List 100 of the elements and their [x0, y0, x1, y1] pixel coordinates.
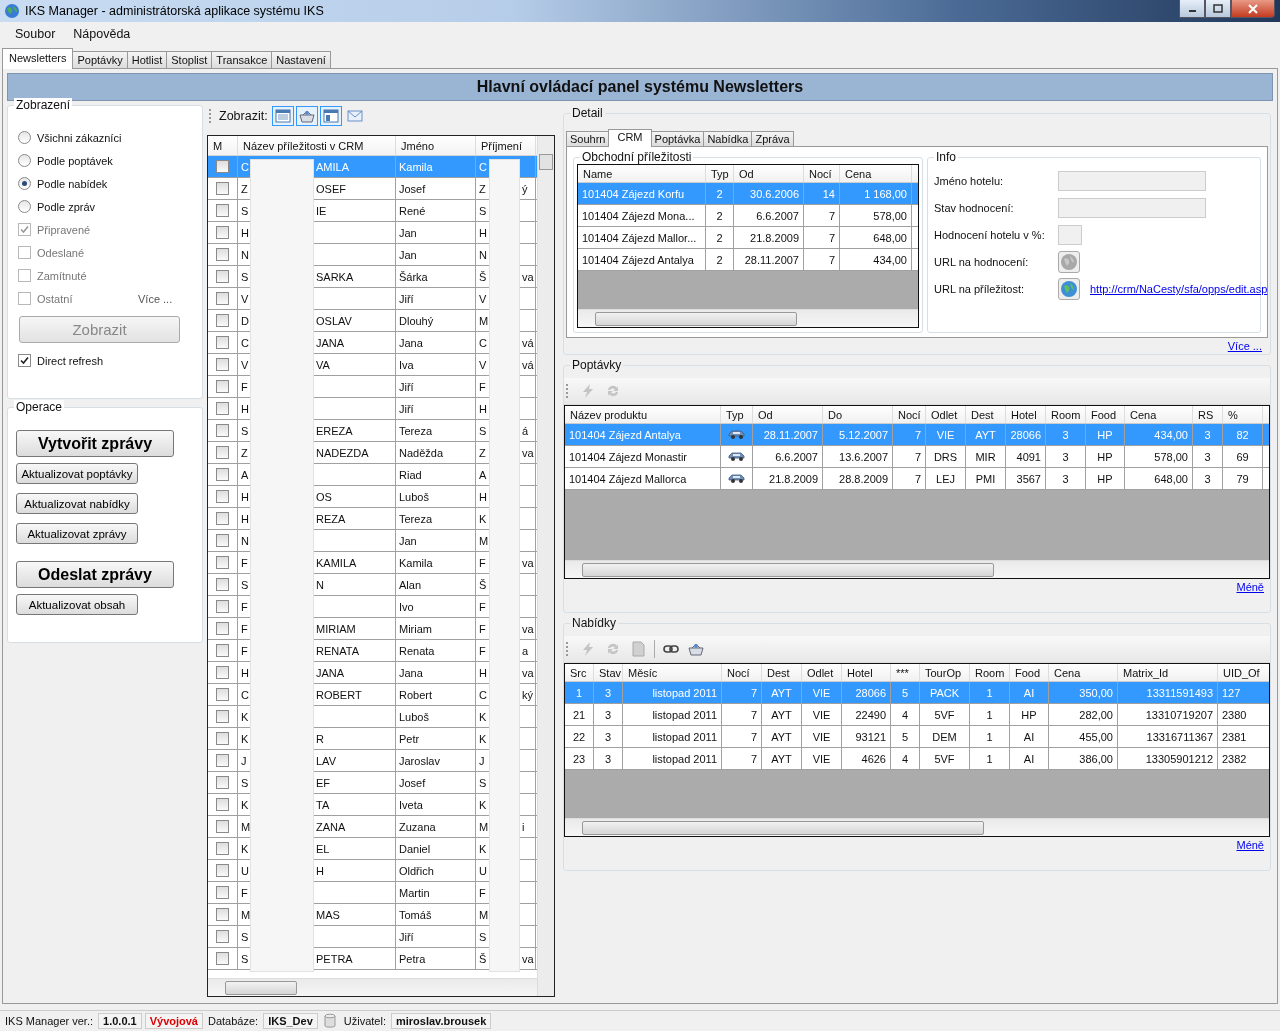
- column-header[interactable]: Room: [1046, 406, 1086, 423]
- table-row[interactable]: 23 3 listopad 2011 7 AYT VIE 4626 4 5VF 1 AI 386,00 13305901212 2382: [565, 748, 1269, 770]
- column-header[interactable]: Příjmení: [476, 136, 536, 155]
- checkbox[interactable]: [216, 556, 229, 569]
- column-header[interactable]: Nocí: [722, 664, 762, 681]
- checkbox[interactable]: [216, 952, 229, 965]
- column-header[interactable]: Jméno: [396, 136, 476, 155]
- checkbox[interactable]: [216, 930, 229, 943]
- column-header[interactable]: Hotel: [842, 664, 891, 681]
- checkbox[interactable]: [216, 446, 229, 459]
- column-header[interactable]: M: [208, 136, 238, 155]
- column-header[interactable]: Cena: [1125, 406, 1193, 423]
- action-button[interactable]: Aktualizovat zprávy: [16, 523, 138, 544]
- checkbox[interactable]: [216, 534, 229, 547]
- checkbox[interactable]: [216, 842, 229, 855]
- checkbox[interactable]: [216, 226, 229, 239]
- close-button[interactable]: [1231, 0, 1275, 18]
- table-row[interactable]: 101404 Zájezd Mallorca 21.8.2009 28.8.2009 7 LEJ PMI 3567 3 HP 648,00 3 79: [565, 468, 1269, 490]
- horizontal-scrollbar[interactable]: [578, 309, 918, 327]
- horizontal-scrollbar[interactable]: [565, 560, 1269, 578]
- basket-button[interactable]: [295, 106, 318, 126]
- table-row[interactable]: 101404 Zájezd Antalya 2 28.11.2007 7 434,00: [578, 249, 918, 271]
- column-header[interactable]: TourOp: [920, 664, 970, 681]
- radio-button[interactable]: [18, 131, 31, 144]
- checkbox[interactable]: [216, 182, 229, 195]
- tab[interactable]: Souhrn: [566, 131, 610, 146]
- action-button[interactable]: Aktualizovat poptávky: [16, 463, 138, 484]
- maximize-button[interactable]: [1205, 0, 1231, 18]
- column-header[interactable]: Nocí: [804, 165, 840, 182]
- checkbox[interactable]: [216, 864, 229, 877]
- column-header[interactable]: Cena: [840, 165, 912, 182]
- tab[interactable]: Hotlist: [126, 51, 168, 68]
- tab[interactable]: Zpráva: [751, 131, 794, 146]
- horizontal-scrollbar[interactable]: [208, 978, 537, 996]
- column-header[interactable]: Název příležitosti v CRM: [238, 136, 396, 155]
- tab[interactable]: Newsletters: [2, 48, 74, 69]
- tab[interactable]: CRM: [608, 129, 652, 147]
- tab[interactable]: Nastavení: [271, 51, 331, 68]
- column-header[interactable]: Odlet: [802, 664, 842, 681]
- table-view-button[interactable]: [271, 106, 294, 126]
- column-header[interactable]: Do: [823, 406, 893, 423]
- radio-button[interactable]: [18, 200, 31, 213]
- tab[interactable]: Stoplist: [166, 51, 213, 68]
- checkbox[interactable]: [216, 292, 229, 305]
- checkbox[interactable]: [216, 336, 229, 349]
- checkbox[interactable]: [216, 204, 229, 217]
- checkbox[interactable]: [216, 776, 229, 789]
- column-header[interactable]: Src: [565, 664, 594, 681]
- table-row[interactable]: 101404 Zájezd Mona... 2 6.6.2007 7 578,00: [578, 205, 918, 227]
- checkbox[interactable]: [216, 578, 229, 591]
- input-field[interactable]: [1058, 225, 1082, 245]
- checkbox[interactable]: [216, 820, 229, 833]
- input-field[interactable]: [1058, 198, 1206, 218]
- column-header[interactable]: Matrix_Id: [1118, 664, 1218, 681]
- more-link[interactable]: Více ...: [1227, 340, 1262, 356]
- action-button[interactable]: Odeslat zprávy: [16, 561, 174, 588]
- checkbox[interactable]: [216, 754, 229, 767]
- more-link[interactable]: Více ...: [138, 293, 173, 305]
- checkbox[interactable]: [18, 354, 31, 367]
- tab[interactable]: Transakce: [211, 51, 273, 68]
- column-header[interactable]: Typ: [706, 165, 734, 182]
- less-link[interactable]: Méně: [1236, 839, 1264, 855]
- checkbox[interactable]: [216, 666, 229, 679]
- globe-button[interactable]: [1058, 278, 1080, 300]
- checkbox[interactable]: [216, 424, 229, 437]
- column-header[interactable]: %: [1223, 406, 1263, 423]
- tab[interactable]: Poptávky: [72, 51, 128, 68]
- column-header[interactable]: Stav: [594, 664, 623, 681]
- checkbox[interactable]: [216, 380, 229, 393]
- checkbox[interactable]: [216, 622, 229, 635]
- tab[interactable]: Nabídka: [703, 131, 753, 146]
- minimize-button[interactable]: [1179, 0, 1205, 18]
- checkbox[interactable]: [216, 490, 229, 503]
- column-header[interactable]: Dest: [966, 406, 1006, 423]
- checkbox[interactable]: [216, 886, 229, 899]
- table-row[interactable]: 101404 Zájezd Mallor... 2 21.8.2009 7 648,00: [578, 227, 918, 249]
- checkbox[interactable]: [216, 798, 229, 811]
- tab[interactable]: Poptávka: [650, 131, 705, 146]
- checkbox[interactable]: [216, 314, 229, 327]
- column-header[interactable]: Name: [578, 165, 706, 182]
- column-header[interactable]: Měsíc: [623, 664, 722, 681]
- table-row[interactable]: 22 3 listopad 2011 7 AYT VIE 93121 5 DEM 1 AI 455,00 13316711367 2381: [565, 726, 1269, 748]
- vertical-scrollbar[interactable]: [537, 136, 554, 996]
- checkbox[interactable]: [216, 600, 229, 613]
- table-row[interactable]: 21 3 listopad 2011 7 AYT VIE 22490 4 5VF 1 HP 282,00 13310719207 2380: [565, 704, 1269, 726]
- column-header[interactable]: Food: [1086, 406, 1125, 423]
- column-header[interactable]: Odlet: [926, 406, 966, 423]
- column-header[interactable]: Cena: [1049, 664, 1118, 681]
- column-header[interactable]: Nocí: [893, 406, 926, 423]
- column-header[interactable]: Room: [970, 664, 1010, 681]
- checkbox[interactable]: [216, 710, 229, 723]
- horizontal-scrollbar[interactable]: [565, 818, 1269, 836]
- checkbox[interactable]: [216, 468, 229, 481]
- checkbox[interactable]: [216, 644, 229, 657]
- checkbox[interactable]: [216, 358, 229, 371]
- checkbox[interactable]: [216, 248, 229, 261]
- radio-button[interactable]: [18, 177, 31, 190]
- less-link[interactable]: Méně: [1236, 581, 1264, 597]
- column-header[interactable]: RS: [1193, 406, 1223, 423]
- column-header[interactable]: UID_Of: [1218, 664, 1269, 681]
